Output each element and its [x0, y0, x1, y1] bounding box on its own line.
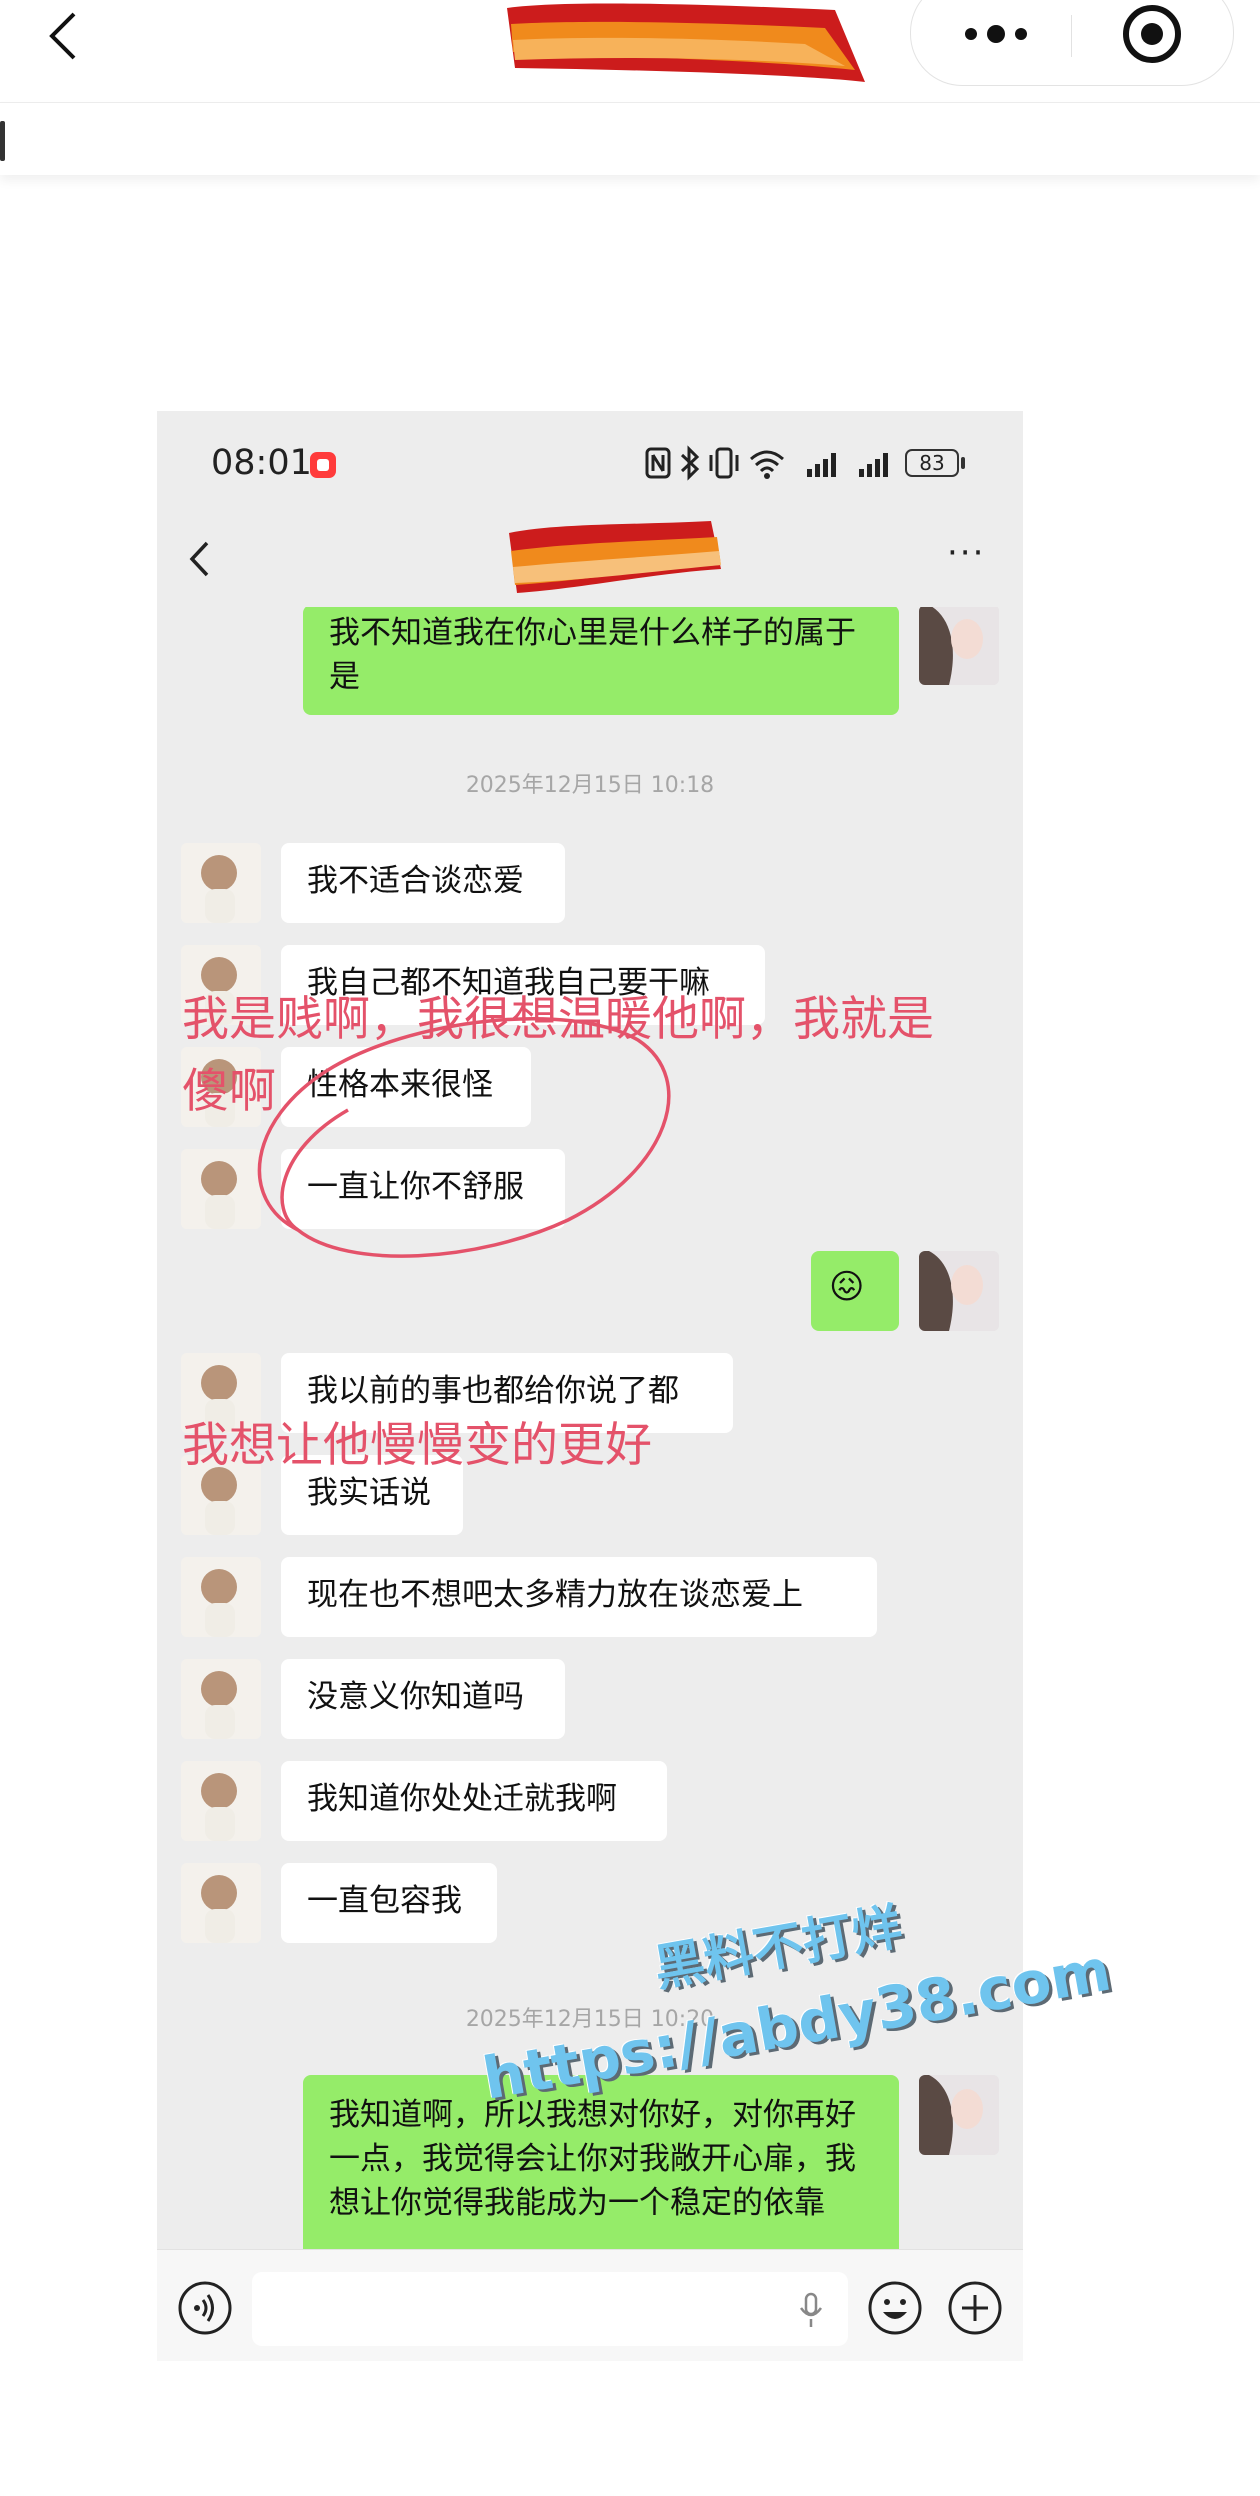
redaction-ribbon: [507, 3, 865, 83]
status-time: 08:01: [211, 443, 312, 483]
message-bubble-incoming[interactable]: 现在也不想吧太多精力放在谈恋爱上: [281, 1557, 877, 1637]
vibrate-icon: [709, 447, 739, 479]
message-bubble-incoming[interactable]: 我知道你处处迁就我啊: [281, 1761, 667, 1841]
signal-icon: [859, 453, 888, 477]
contact-avatar[interactable]: [181, 1863, 261, 1943]
contact-avatar[interactable]: [181, 1659, 261, 1739]
message-bubble-outgoing[interactable]: 我不知道我在你心里是什么样子的属于是: [303, 607, 899, 715]
chat-more-button[interactable]: ···: [947, 533, 985, 573]
message-timestamp: 2025年12月15日 10:18: [465, 773, 715, 798]
voice-icon[interactable]: [177, 2280, 233, 2336]
annotation-text: 我想让他慢慢变的更好: [182, 1418, 652, 1473]
microphone-icon[interactable]: [798, 2292, 824, 2330]
message-bubble-outgoing[interactable]: 我知道啊，所以我想对你好，对你再好一点，我觉得会让你对我敞开心扉，我想让你觉得我…: [303, 2075, 899, 2249]
chat-nav-bar: ···: [157, 507, 1023, 607]
annotation-text: 我是贱啊，我很想温暖他啊，我就是: [182, 992, 934, 1047]
signal-icon: [807, 453, 836, 477]
self-avatar[interactable]: [919, 607, 999, 685]
browser-top-bar: [0, 0, 1260, 100]
message-bubble-outgoing[interactable]: 😖: [811, 1251, 899, 1331]
self-avatar[interactable]: [919, 1251, 999, 1331]
chevron-left-icon[interactable]: [44, 8, 84, 64]
battery-indicator: 83: [905, 449, 959, 477]
mini-program-capsule: [910, 0, 1234, 86]
plus-icon[interactable]: [947, 2280, 1003, 2336]
more-dots-icon[interactable]: [961, 19, 1031, 49]
notification-badge-icon: [310, 452, 336, 478]
message-bubble-incoming[interactable]: 我不适合谈恋爱: [281, 843, 565, 923]
message-bubble-incoming[interactable]: 没意义你知道吗: [281, 1659, 565, 1739]
record-target-icon[interactable]: [1121, 3, 1183, 65]
bluetooth-icon: [680, 445, 700, 481]
message-bubble-incoming[interactable]: 一直包容我: [281, 1863, 497, 1943]
chevron-left-icon[interactable]: [187, 539, 213, 579]
wifi-icon: [750, 450, 784, 479]
self-avatar[interactable]: [919, 2075, 999, 2155]
contact-avatar[interactable]: [181, 843, 261, 923]
nfc-icon: [645, 447, 671, 479]
contact-avatar[interactable]: [181, 1761, 261, 1841]
annotation-text: 傻啊: [182, 1064, 276, 1119]
chat-input-bar: [157, 2249, 1023, 2361]
message-input[interactable]: [252, 2272, 848, 2346]
contact-avatar[interactable]: [181, 1557, 261, 1637]
redaction-ribbon: [509, 521, 721, 593]
battery-level: 83: [919, 451, 945, 475]
emoji-icon[interactable]: [867, 2280, 923, 2336]
address-bar: [0, 102, 1260, 175]
